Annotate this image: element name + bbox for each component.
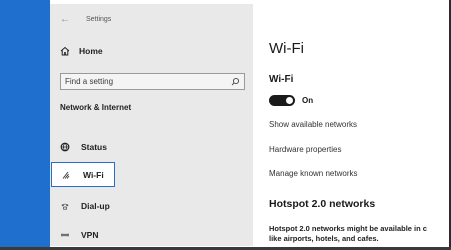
home-label: Home — [79, 46, 103, 56]
sidebar-item-label: VPN — [81, 230, 99, 240]
search-placeholder: Find a setting — [65, 77, 114, 86]
main-pane: Wi-Fi Wi-Fi On Show available networks H… — [253, 4, 451, 246]
window-title: Settings — [86, 15, 112, 23]
manage-known-networks-link[interactable]: Manage known networks — [269, 169, 358, 178]
wifi-icon — [62, 170, 72, 180]
sidebar-item-label: Dial-up — [81, 201, 110, 211]
sidebar-item-label: Status — [81, 142, 107, 152]
toggle-knob — [286, 96, 293, 104]
title-bar: ← Settings — [60, 12, 111, 26]
phone-icon — [60, 201, 70, 211]
hotspot-description-line: like airports, hotels, and cafes. — [269, 234, 379, 243]
hardware-properties-link[interactable]: Hardware properties — [269, 145, 341, 154]
hotspot-heading: Hotspot 2.0 networks — [269, 198, 376, 210]
page-title: Wi-Fi — [269, 40, 304, 57]
wifi-toggle[interactable] — [269, 94, 295, 106]
home-nav-item[interactable]: Home — [60, 42, 103, 60]
vpn-icon — [60, 230, 70, 240]
wifi-section-heading: Wi-Fi — [269, 74, 294, 85]
show-available-networks-link[interactable]: Show available networks — [269, 120, 357, 129]
wifi-toggle-row: On — [269, 93, 313, 107]
sidebar-item-vpn[interactable]: VPN — [50, 223, 253, 247]
sidebar-item-label: Wi-Fi — [83, 169, 104, 180]
sidebar-item-dialup[interactable]: Dial-up — [50, 194, 253, 218]
section-heading: Network & Internet — [60, 103, 132, 112]
hotspot-description-line: Hotspot 2.0 networks might be available … — [269, 224, 427, 233]
toggle-state-label: On — [302, 95, 314, 105]
search-icon[interactable] — [228, 75, 242, 89]
settings-window: ← Settings Home Find a setting Network &… — [0, 0, 451, 250]
globe-icon — [60, 142, 70, 152]
home-icon — [60, 46, 70, 56]
sidebar-item-wifi[interactable]: Wi-Fi — [51, 162, 115, 187]
back-arrow-icon[interactable]: ← — [60, 14, 72, 25]
sidebar-item-status[interactable]: Status — [50, 135, 253, 159]
sidebar: ← Settings Home Find a setting Network &… — [50, 4, 253, 246]
hotspot-description: Hotspot 2.0 networks might be available … — [269, 224, 449, 244]
search-input[interactable]: Find a setting — [60, 73, 245, 90]
accent-strip — [0, 0, 50, 250]
